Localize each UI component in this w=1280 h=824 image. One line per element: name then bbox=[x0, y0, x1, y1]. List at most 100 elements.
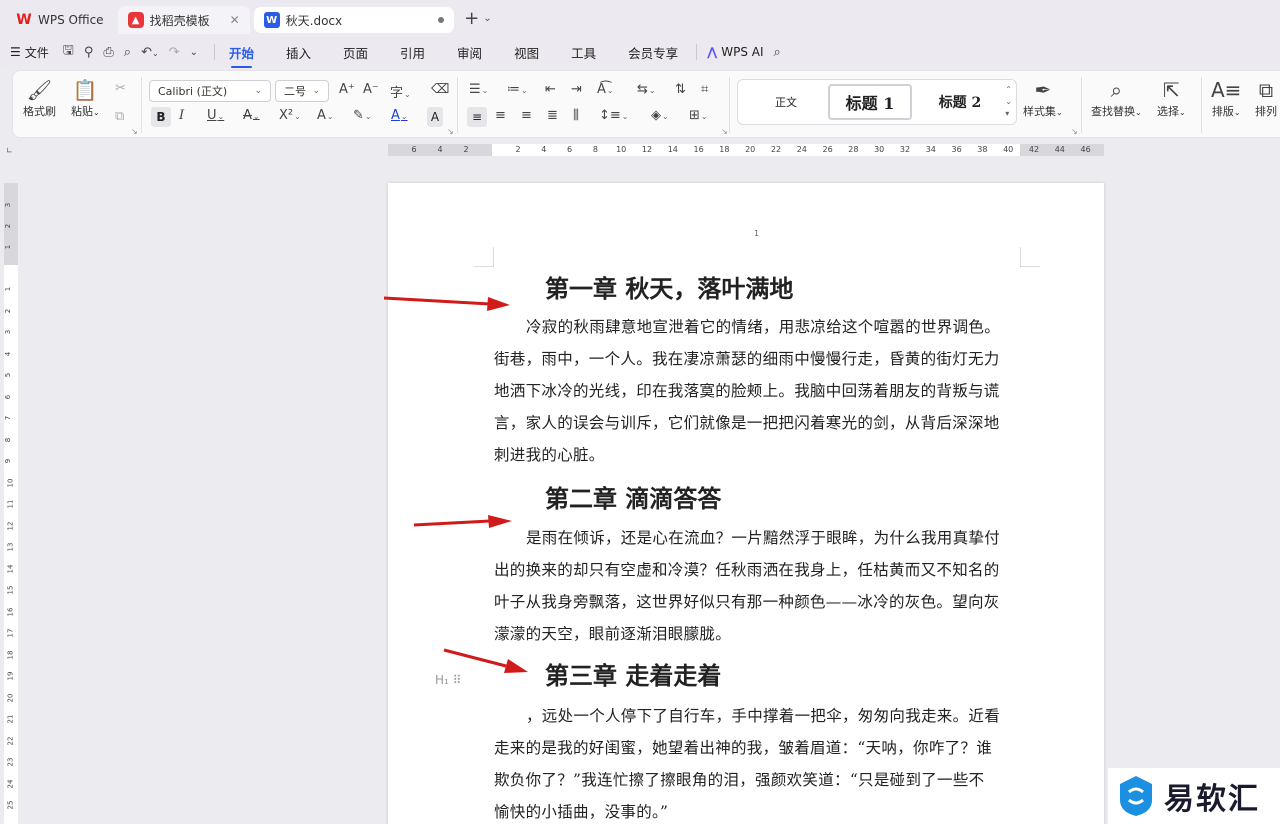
numbered-list-icon[interactable]: ≔⌄ bbox=[507, 82, 528, 97]
select-button[interactable]: ⇱ 选择⌄ bbox=[1157, 77, 1186, 119]
align-left-button[interactable]: ≡ bbox=[467, 107, 487, 127]
tab-label: WPS Office bbox=[38, 13, 104, 27]
font-name-select[interactable]: Calibri (正文) ⌄ bbox=[149, 80, 271, 102]
menu-item-review[interactable]: 审阅 bbox=[457, 43, 482, 62]
text-effect-button[interactable]: A⌄ bbox=[317, 108, 334, 123]
paste-button[interactable]: 📋 粘贴⌄ bbox=[71, 77, 100, 119]
vertical-ruler[interactable]: 3 2 1 1 2 3 4 5 6 7 8 9 10 11 12 13 14 15 16 17 18 19 20 21 22 23… bbox=[4, 183, 18, 824]
menu-item-references[interactable]: 引用 bbox=[400, 43, 425, 62]
style-heading-1[interactable]: 标题 1 bbox=[828, 84, 912, 120]
menu-item-insert[interactable]: 插入 bbox=[286, 43, 311, 62]
format-painter-button[interactable]: 🖌 格式刷 bbox=[23, 77, 56, 119]
document-page[interactable]: 1 第一章 秋天，落叶满地 冷寂的秋雨肆意地宣泄着它的情绪，用悲凉给这个喧嚣的世… bbox=[388, 183, 1104, 824]
show-marks-icon[interactable]: ⌗ bbox=[701, 82, 708, 97]
align-right-icon[interactable]: ≡ bbox=[521, 108, 532, 123]
chapter-3-body[interactable]: ，远处一个人停下了自行车，手中撑着一把伞，匆匆向我走来。近看 走来的是我的好闺蜜… bbox=[494, 700, 1024, 824]
borders-icon[interactable]: ⊞⌄ bbox=[689, 108, 708, 123]
increase-indent-icon[interactable]: ⇥ bbox=[571, 82, 582, 97]
distributed-icon[interactable]: ⫼ bbox=[573, 108, 579, 123]
paragraph-expand-icon[interactable]: ↘ bbox=[721, 127, 728, 136]
divider bbox=[213, 44, 215, 60]
bullet-list-icon[interactable]: ☰⌄ bbox=[469, 82, 488, 97]
chinese-layout-icon[interactable]: A͡⌄ bbox=[597, 82, 614, 97]
font-size-select[interactable]: 二号 ⌄ bbox=[275, 80, 329, 102]
menu-item-page[interactable]: 页面 bbox=[343, 43, 368, 62]
styles-expand-icon[interactable]: ↘ bbox=[1071, 127, 1078, 136]
print-preview-icon[interactable]: ⌕ bbox=[124, 45, 131, 60]
divider bbox=[1201, 77, 1202, 133]
superscript-button[interactable]: X²⌄ bbox=[279, 108, 301, 123]
wps-ai-button[interactable]: ⋀ WPS AI bbox=[707, 45, 763, 59]
undo-icon[interactable]: ↶⌄ bbox=[141, 45, 159, 60]
chapter-1-title[interactable]: 第一章 秋天，落叶满地 bbox=[545, 269, 793, 304]
align-center-icon[interactable]: ≡ bbox=[495, 108, 506, 123]
ruler-tick-label: 12 bbox=[641, 145, 653, 154]
ruler-tick-label: 36 bbox=[951, 145, 962, 154]
char-shading-button[interactable]: A bbox=[427, 107, 443, 127]
chevron-down-icon[interactable]: ⌄ bbox=[483, 13, 491, 24]
save-icon[interactable]: 🖫 bbox=[63, 41, 74, 63]
style-scroll-icon[interactable]: ⌃ ⌄ ▾ bbox=[1005, 84, 1012, 120]
menu-item-member[interactable]: 会员专享 bbox=[628, 43, 678, 62]
menu-item-home[interactable]: 开始 bbox=[229, 43, 254, 68]
justify-icon[interactable]: ≣ bbox=[547, 108, 558, 123]
style-heading-2[interactable]: 标题 2 bbox=[918, 84, 1002, 120]
tab-document[interactable]: W 秋天.docx bbox=[253, 7, 455, 33]
clipboard-expand-icon[interactable]: ↘ bbox=[131, 127, 138, 136]
format-brush-icon[interactable]: ⚲ bbox=[84, 45, 94, 60]
crop-mark-top-left bbox=[474, 247, 494, 267]
shading-icon[interactable]: ◈⌄ bbox=[651, 108, 669, 123]
chapter-2-body[interactable]: 是雨在倾诉，还是心在流血？一片黯然浮于眼眸，为什么我用真挚付 出的换来的却只有空… bbox=[494, 522, 1024, 650]
unsaved-dot-icon[interactable] bbox=[438, 17, 445, 23]
layout-icon: A≡ bbox=[1211, 78, 1242, 102]
watermark-logo-icon bbox=[1120, 776, 1152, 816]
horizontal-ruler[interactable]: 6 4 2 2 4 6 8 10 12 14 16 18 20 22 24 26 28 30 32 34 36 38 40 4… bbox=[388, 144, 1104, 156]
layout-button[interactable]: A≡ 排版⌄ bbox=[1211, 77, 1241, 119]
font-expand-icon[interactable]: ↘ bbox=[447, 127, 454, 136]
font-color-button[interactable]: A⌄ bbox=[391, 108, 408, 123]
font-grow-icon[interactable]: A⁺ bbox=[339, 82, 355, 97]
menu-item-view[interactable]: 视图 bbox=[514, 43, 539, 62]
copy-icon[interactable]: ⧉ bbox=[115, 109, 124, 124]
find-replace-button[interactable]: ⌕ 查找替换⌄ bbox=[1091, 77, 1142, 119]
file-menu[interactable]: ☰ 文件 bbox=[10, 44, 49, 61]
print-icon[interactable]: ⎙ bbox=[103, 45, 113, 60]
menu-bar: ☰ 文件 🖫 ⚲ ⎙ ⌕ ↶⌄ ↷ ⌄ 开始 插入 页面 引用 审阅 视图 工具… bbox=[0, 37, 1280, 68]
ruler-tick-label: 40 bbox=[1003, 145, 1014, 154]
wps-logo-icon: W bbox=[16, 12, 32, 28]
cut-icon[interactable]: ✂ bbox=[115, 81, 126, 96]
strikethrough-button[interactable]: A⌄ bbox=[243, 108, 260, 123]
text-line: ，远处一个人停下了自行车，手中撑着一把伞，匆匆向我走来。近看 bbox=[526, 707, 1001, 725]
close-icon[interactable]: ✕ bbox=[230, 13, 240, 27]
tab-wps-office[interactable]: W WPS Office bbox=[6, 6, 114, 34]
eraser-icon[interactable]: ⌫ bbox=[431, 82, 449, 97]
font-shrink-icon[interactable]: A⁻ bbox=[363, 82, 379, 97]
arrange-button[interactable]: ⧉ 排列 bbox=[1255, 77, 1277, 119]
text-line: 叶子从我身旁飘落，这世界好似只有那一种颜色——冰冷的灰色。望向灰 bbox=[494, 593, 1000, 611]
chapter-1-body[interactable]: 冷寂的秋雨肆意地宣泄着它的情绪，用悲凉给这个喧嚣的世界调色。 街巷，雨中，一个人… bbox=[494, 311, 1024, 471]
ruler-tick-label: 7 bbox=[4, 415, 13, 421]
menu-item-tools[interactable]: 工具 bbox=[571, 43, 596, 62]
phonetic-icon[interactable]: 字⌄ bbox=[390, 82, 411, 101]
bold-button[interactable]: B bbox=[151, 107, 171, 127]
tab-docer[interactable]: ▲ 找稻壳模板 ✕ bbox=[117, 6, 250, 34]
more-chevron-icon[interactable]: ⌄ bbox=[190, 47, 198, 58]
chevron-down-icon: ⌄ bbox=[312, 86, 320, 96]
tab-stop-icon[interactable]: ∟ bbox=[6, 146, 13, 155]
sort-icon[interactable]: ⇅ bbox=[675, 82, 686, 97]
text-direction-icon[interactable]: ⇆⌄ bbox=[637, 82, 656, 97]
decrease-indent-icon[interactable]: ⇤ bbox=[545, 82, 556, 97]
style-normal[interactable]: 正文 bbox=[746, 84, 826, 120]
style-set-button[interactable]: ✒ 样式集⌄ bbox=[1023, 77, 1063, 119]
style-gallery: 正文 标题 1 标题 2 ⌃ ⌄ ▾ bbox=[737, 79, 1017, 125]
highlight-button[interactable]: ✎⌄ bbox=[353, 108, 372, 123]
line-spacing-icon[interactable]: ↕≡⌄ bbox=[599, 108, 629, 123]
underline-button[interactable]: U⌄ bbox=[207, 108, 224, 123]
search-icon[interactable]: ⌕ bbox=[774, 45, 781, 60]
new-tab-icon[interactable]: + bbox=[464, 8, 479, 29]
chapter-2-title[interactable]: 第二章 滴滴答答 bbox=[545, 479, 721, 514]
ruler-tick-label: 28 bbox=[848, 145, 859, 154]
redo-icon[interactable]: ↷ bbox=[169, 45, 180, 60]
chapter-3-title[interactable]: 第三章 走着走着 bbox=[545, 656, 721, 691]
italic-button[interactable]: I bbox=[179, 108, 184, 123]
